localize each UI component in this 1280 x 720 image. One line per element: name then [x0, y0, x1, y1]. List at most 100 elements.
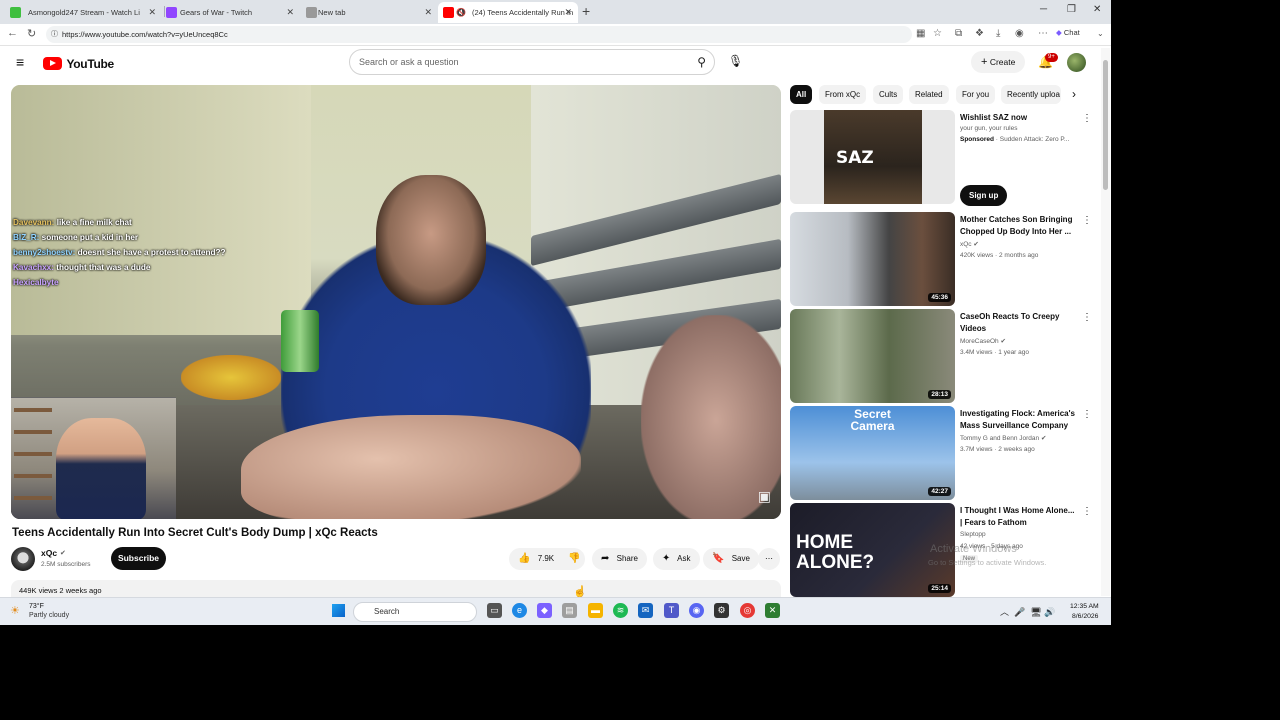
- page-scrollbar[interactable]: [1101, 48, 1110, 596]
- share-button[interactable]: ➦ Share: [592, 548, 647, 570]
- outlook-icon[interactable]: ✉: [638, 603, 653, 618]
- copilot-app-icon[interactable]: ◆: [537, 603, 552, 618]
- chip-related[interactable]: Related: [909, 85, 949, 104]
- edge-browser-icon[interactable]: e: [512, 603, 527, 618]
- recommendation-title[interactable]: I Thought I Was Home Alone... | Fears to…: [960, 505, 1078, 528]
- task-view-icon[interactable]: ▭: [487, 603, 502, 618]
- chevron-right-icon[interactable]: ›: [1072, 87, 1076, 101]
- subscribe-button[interactable]: Subscribe: [111, 547, 166, 570]
- new-tab-button[interactable]: +: [582, 3, 590, 19]
- thumbs-up-icon[interactable]: 👍: [518, 553, 530, 564]
- windows-start-icon[interactable]: [332, 604, 345, 617]
- video-thumbnail[interactable]: 28:13: [790, 309, 955, 403]
- close-tab-icon[interactable]: ✕: [564, 2, 572, 23]
- search-icon[interactable]: ⚲: [697, 50, 706, 74]
- recommendation-channel[interactable]: MoreCaseOh ✔: [960, 337, 1006, 345]
- video-player[interactable]: Davevann: like a fine milk chat BIZ_R: s…: [11, 85, 781, 519]
- xbox-icon[interactable]: ✕: [765, 603, 780, 618]
- extensions-icon[interactable]: ⧉: [955, 28, 962, 39]
- like-count[interactable]: 7.9K: [538, 554, 554, 563]
- site-info-icon[interactable]: ⓘ: [51, 26, 58, 43]
- more-actions-button[interactable]: ⋯: [758, 548, 780, 570]
- ad-title[interactable]: Wishlist SAZ now: [960, 112, 1078, 124]
- minimize-window-icon[interactable]: ─: [1040, 4, 1047, 15]
- recommendation-channel[interactable]: Tommy G and Benn Jordan ✔: [960, 434, 1046, 442]
- chip-from-xqc[interactable]: From xQc: [819, 85, 867, 104]
- recommendation-title[interactable]: Investigating Flock: America's Mass Surv…: [960, 408, 1078, 431]
- recommendation-item[interactable]: 45:36 Mother Catches Son Bringing Choppe…: [790, 212, 1100, 306]
- chip-all[interactable]: All: [790, 85, 813, 104]
- grid-icon[interactable]: ▦: [916, 28, 925, 39]
- youtube-logo[interactable]: YouTube: [43, 55, 114, 73]
- back-arrow-icon[interactable]: ←: [7, 27, 18, 39]
- video-scene-snack: [181, 355, 281, 400]
- favorite-star-icon[interactable]: ☆: [933, 28, 942, 39]
- tab-new-tab[interactable]: New tab ✕: [290, 2, 438, 23]
- chat-text: someone put a kid in her: [39, 233, 139, 242]
- tab-youtube-active[interactable]: 🔇 (24) Teens Accidentally Run In ✕: [438, 2, 578, 23]
- url-field[interactable]: ⓘ https://www.youtube.com/watch?v=yUeUnc…: [46, 26, 912, 43]
- close-window-icon[interactable]: ✕: [1093, 4, 1101, 15]
- sign-up-button[interactable]: Sign up: [960, 185, 1008, 206]
- ad-poster-logo: SAZ: [836, 148, 874, 168]
- chip-cults[interactable]: Cults: [873, 85, 904, 104]
- chevron-down-icon[interactable]: ⌄: [1097, 29, 1104, 38]
- more-vertical-icon[interactable]: ⋮: [1082, 215, 1092, 226]
- bookmark-icon: 🔖: [712, 553, 725, 564]
- weather-temperature[interactable]: 73°F: [29, 603, 44, 610]
- close-tab-icon[interactable]: ✕: [424, 2, 432, 23]
- user-avatar[interactable]: [1067, 53, 1086, 72]
- video-thumbnail[interactable]: 45:36: [790, 212, 955, 306]
- chip-for-you[interactable]: For you: [956, 85, 996, 104]
- search-input[interactable]: Search or ask a question ⚲: [349, 49, 715, 75]
- create-button[interactable]: + Create: [971, 51, 1026, 73]
- video-thumbnail[interactable]: Secret Camera 42:27: [790, 406, 955, 500]
- duration-badge: 45:36: [928, 293, 951, 302]
- more-vertical-icon[interactable]: ⋮: [1082, 409, 1092, 420]
- weather-description[interactable]: Partly cloudy: [29, 612, 69, 619]
- clock-time[interactable]: 12:35 AM: [1070, 603, 1099, 610]
- recommendation-item[interactable]: 28:13 CaseOh Reacts To Creepy Videos Mor…: [790, 309, 1100, 403]
- weather-sun-cloud-icon[interactable]: ☀: [10, 604, 20, 617]
- recommendation-channel[interactable]: Sleptopp: [960, 531, 986, 538]
- more-vertical-icon[interactable]: ⋮: [1082, 312, 1092, 323]
- teams-icon[interactable]: T: [664, 603, 679, 618]
- more-menu-icon[interactable]: ⋯: [1038, 28, 1048, 39]
- downloads-icon[interactable]: ⤓: [996, 28, 1000, 39]
- sponsored-card[interactable]: SAZ Wishlist SAZ now your gun, your rule…: [790, 110, 1100, 206]
- hamburger-menu-icon[interactable]: ≡: [16, 55, 24, 69]
- tab-gears-of-war[interactable]: Gears of War - Twitch ✕: [138, 2, 300, 23]
- channel-name[interactable]: xQc: [41, 548, 57, 558]
- more-vertical-icon[interactable]: ⋮: [1082, 506, 1092, 517]
- chip-recently-uploaded[interactable]: Recently uploa: [1001, 85, 1061, 104]
- maximize-window-icon[interactable]: ❐: [1067, 4, 1076, 15]
- thumbs-down-icon[interactable]: 👎: [568, 553, 580, 564]
- save-button[interactable]: 🔖 Save: [703, 548, 759, 570]
- ask-label: Ask: [677, 554, 691, 563]
- chrome-icon[interactable]: ◎: [740, 603, 755, 618]
- scrollbar-thumb[interactable]: [1103, 60, 1108, 190]
- recommendation-title[interactable]: CaseOh Reacts To Creepy Videos: [960, 311, 1078, 334]
- settings-gear-icon[interactable]: ⚙: [714, 603, 729, 618]
- collections-icon[interactable]: ❖: [975, 28, 984, 39]
- spotify-icon[interactable]: ≋: [613, 603, 628, 618]
- video-scene-head: [376, 175, 486, 305]
- reload-icon[interactable]: ↻: [27, 27, 36, 40]
- more-vertical-icon[interactable]: ⋮: [1082, 113, 1092, 124]
- system-tray-icons[interactable]: ︿ 🎤 🖥 🔊: [1000, 605, 1055, 618]
- ad-thumbnail[interactable]: SAZ: [790, 110, 955, 204]
- muted-speaker-icon[interactable]: 🔇: [456, 2, 466, 23]
- discord-icon[interactable]: ◉: [689, 603, 704, 618]
- recommendation-channel[interactable]: xQc ✔: [960, 240, 979, 248]
- copilot-chat-button[interactable]: ◆ Chat: [1056, 28, 1080, 37]
- recommendation-item[interactable]: Secret Camera 42:27 Investigating Flock:…: [790, 406, 1100, 500]
- file-explorer-icon[interactable]: ▬: [588, 603, 603, 618]
- clock-date[interactable]: 8/6/2026: [1072, 613, 1098, 620]
- store-icon[interactable]: ▤: [562, 603, 577, 618]
- profile-icon[interactable]: ◉: [1015, 28, 1024, 39]
- taskbar-search-box[interactable]: Search: [353, 602, 477, 622]
- ask-button[interactable]: ✦ Ask: [653, 548, 700, 570]
- channel-avatar[interactable]: [11, 547, 35, 571]
- microphone-icon[interactable]: 🎙: [728, 54, 743, 68]
- recommendation-title[interactable]: Mother Catches Son Bringing Chopped Up B…: [960, 214, 1078, 237]
